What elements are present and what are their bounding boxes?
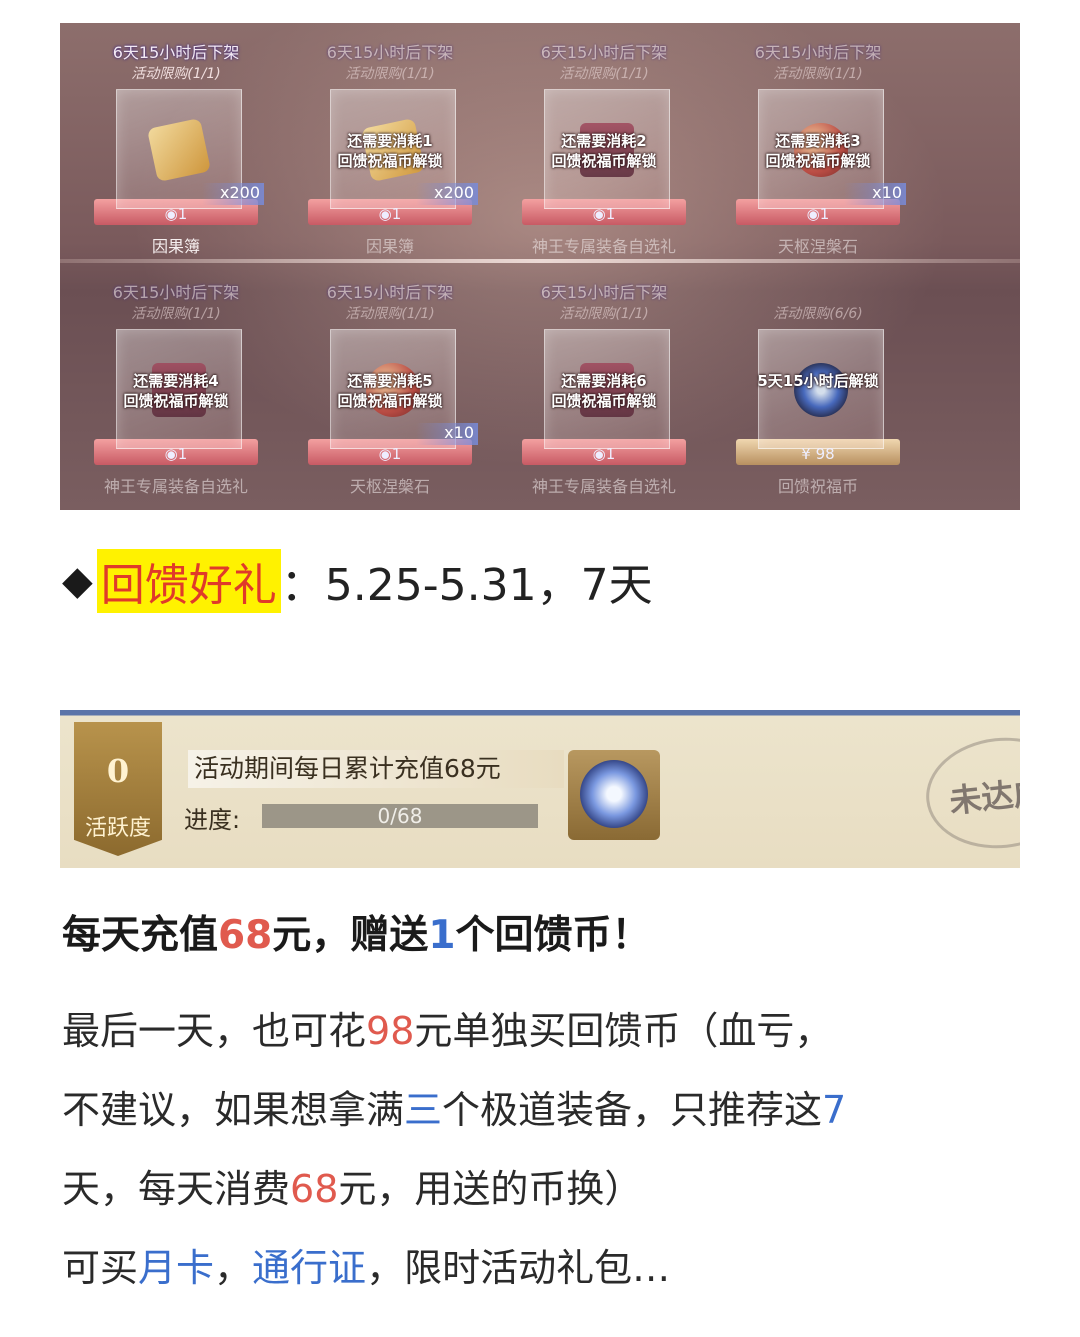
item-price: ◉1: [806, 205, 830, 223]
shop-item-1[interactable]: 6天15小时后下架 活动限购(1/1) x200 ◉1 因果簿: [76, 23, 276, 263]
item-price: ◉1: [592, 445, 616, 463]
coin-icon: ◉: [592, 445, 606, 463]
shop-item-6[interactable]: 6天15小时后下架 活动限购(1/1) 还需要消耗5 回馈祝福币解锁 x10 ◉…: [290, 263, 490, 503]
item-price: ◉1: [164, 445, 188, 463]
progress-bar: 0/68: [262, 804, 538, 828]
item-quantity: x10: [416, 423, 478, 445]
item-name: 因果簿: [151, 237, 200, 256]
item-lock-text: 还需要消耗6 回馈祝福币解锁: [551, 372, 657, 410]
task-description: 活动期间每日累计充值68元: [188, 750, 564, 788]
progress-label: 进度:: [184, 806, 241, 834]
item-lock-text: 5天15小时后解锁: [757, 372, 879, 390]
advice-paragraph: 最后一天，也可花98元单独买回馈币（血亏， 不建议，如果想拿满三个极道装备，只推…: [62, 992, 1022, 1308]
battle-pass-link[interactable]: 通行证: [252, 1246, 366, 1290]
shop-item-7[interactable]: 6天15小时后下架 活动限购(1/1) 还需要消耗6 回馈祝福币解锁 ◉1 神王…: [504, 263, 704, 503]
item-timer: 6天15小时后下架: [326, 283, 454, 302]
shop-item-4[interactable]: 6天15小时后下架 活动限购(1/1) 还需要消耗3 回馈祝福币解锁 x10 ◉…: [718, 23, 918, 263]
item-limit: 活动限购(1/1): [559, 66, 649, 82]
item-name: 天枢涅槃石: [777, 237, 858, 256]
reward-item[interactable]: [568, 750, 660, 840]
paragraph-line: 天，每天消费68元，用送的币换）: [62, 1167, 643, 1211]
item-lock-text: 还需要消耗4 回馈祝福币解锁: [123, 372, 229, 410]
activity-points: 0: [106, 752, 130, 790]
shop-item-2[interactable]: 6天15小时后下架 活动限购(1/1) 还需要消耗1 回馈祝福币解锁 x200 …: [290, 23, 490, 263]
item-quantity: x200: [202, 183, 264, 205]
item-limit: 活动限购(6/6): [773, 306, 863, 322]
item-price: ◉1: [592, 205, 616, 223]
item-price: ◉1: [378, 205, 402, 223]
shop-panel: 6天15小时后下架 活动限购(1/1) x200 ◉1 因果簿 6天15小时后下…: [60, 23, 1020, 510]
paragraph-line: 最后一天，也可花98元单独买回馈币（血亏，: [62, 1009, 833, 1053]
book-icon: [146, 117, 212, 183]
item-timer: 6天15小时后下架: [326, 43, 454, 62]
progress-text: 0/68: [377, 804, 423, 828]
coin-icon: ◉: [164, 445, 178, 463]
item-limit: 活动限购(1/1): [131, 306, 221, 322]
item-timer: 6天15小时后下架: [540, 283, 668, 302]
item-timer: 6天15小时后下架: [754, 43, 882, 62]
item-quantity: x200: [416, 183, 478, 205]
activity-label: 活跃度: [84, 816, 151, 841]
status-stamp: 未达成: [920, 730, 1020, 856]
item-price: ◉1: [164, 205, 188, 223]
item-timer: 6天15小时后下架: [112, 43, 240, 62]
item-name: 神王专属装备自选礼: [531, 477, 676, 496]
item-limit: 活动限购(1/1): [559, 306, 649, 322]
monthly-card-link[interactable]: 月卡: [138, 1246, 214, 1290]
section-heading: ◆ 回馈好礼 ：5.25-5.31，7天: [62, 548, 653, 614]
shop-item-5[interactable]: 6天15小时后下架 活动限购(1/1) 还需要消耗4 回馈祝福币解锁 ◉1 神王…: [76, 263, 276, 503]
gem-coin-icon: [580, 760, 648, 828]
item-limit: 活动限购(1/1): [345, 306, 435, 322]
item-timer: 6天15小时后下架: [540, 43, 668, 62]
item-name: 因果簿: [365, 237, 414, 256]
coin-icon: ◉: [378, 445, 392, 463]
item-name: 回馈祝福币: [777, 477, 858, 496]
paragraph-line: 可买月卡，通行证，限时活动礼包…: [62, 1246, 671, 1290]
coin-icon: ◉: [378, 205, 392, 223]
heading-date-range: ：5.25-5.31，7天: [280, 560, 653, 611]
coin-icon: ◉: [164, 205, 178, 223]
diamond-bullet-icon: ◆: [62, 558, 93, 604]
item-lock-text: 还需要消耗1 回馈祝福币解锁: [337, 132, 443, 170]
item-name: 神王专属装备自选礼: [531, 237, 676, 256]
coin-icon: ◉: [806, 205, 820, 223]
item-price: ¥ 98: [801, 445, 835, 463]
item-lock-text: 还需要消耗3 回馈祝福币解锁: [765, 132, 871, 170]
item-lock-text: 还需要消耗2 回馈祝福币解锁: [551, 132, 657, 170]
item-name: 天枢涅槃石: [349, 477, 430, 496]
item-limit: 活动限购(1/1): [773, 66, 863, 82]
shop-item-3[interactable]: 6天15小时后下架 活动限购(1/1) 还需要消耗2 回馈祝福币解锁 ◉1 神王…: [504, 23, 704, 263]
paragraph-line: 不建议，如果想拿满三个极道装备，只推荐这7: [62, 1088, 847, 1132]
coin-icon: ◉: [592, 205, 606, 223]
recharge-summary: 每天充值68元，赠送1个回馈币！: [62, 913, 651, 958]
item-limit: 活动限购(1/1): [345, 66, 435, 82]
item-limit: 活动限购(1/1): [131, 66, 221, 82]
item-name: 神王专属装备自选礼: [103, 477, 248, 496]
recharge-task-card: 0 活跃度 活动期间每日累计充值68元 进度: 0/68 未达成: [60, 710, 1020, 868]
activity-badge: 0 活跃度: [74, 722, 162, 856]
item-price: ◉1: [378, 445, 402, 463]
heading-highlight: 回馈好礼: [96, 549, 281, 613]
item-lock-text: 还需要消耗5 回馈祝福币解锁: [337, 372, 443, 410]
item-quantity: x10: [844, 183, 906, 205]
shop-item-8[interactable]: 活动限购(6/6) 5天15小时后解锁 ¥ 98 回馈祝福币: [718, 263, 918, 503]
item-timer: 6天15小时后下架: [112, 283, 240, 302]
